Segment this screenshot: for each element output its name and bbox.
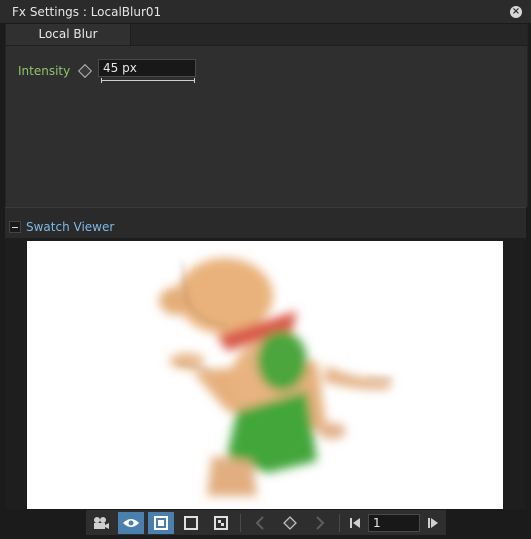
tab-strip: Local Blur: [6, 24, 527, 46]
eye-button[interactable]: [118, 511, 144, 534]
preview-icon: [154, 515, 168, 530]
camera-button[interactable]: [88, 512, 114, 534]
key-icon: [283, 515, 297, 530]
window-title: Fx Settings : LocalBlur01: [12, 4, 162, 19]
intensity-slider[interactable]: [101, 78, 195, 83]
intensity-row: Intensity: [18, 61, 100, 81]
intensity-label: Intensity: [18, 64, 71, 78]
intensity-field[interactable]: 45 px: [98, 59, 196, 77]
next-key-icon: [316, 515, 325, 530]
close-icon[interactable]: ×: [510, 6, 522, 18]
camera-icon: [94, 516, 109, 529]
frame-number-field[interactable]: 1: [368, 513, 420, 532]
next-frame-icon: [428, 517, 438, 528]
keyframe-icon[interactable]: [78, 63, 93, 79]
swatch-viewer-header: Swatch Viewer: [5, 207, 526, 239]
viewer-toolbar: 1: [86, 510, 446, 535]
fx-settings-panel: Local Blur Intensity 45 px: [5, 24, 528, 207]
eye-icon: [123, 518, 139, 527]
toolbar-separator: [339, 513, 340, 532]
checker-button[interactable]: [208, 512, 234, 534]
frame-button[interactable]: [178, 512, 204, 534]
title-bar: Fx Settings : LocalBlur01 ×: [0, 0, 531, 24]
frame-icon: [184, 515, 198, 530]
swatch-viewer: [27, 241, 503, 509]
checker-icon: [214, 515, 228, 530]
next-key-button[interactable]: [307, 512, 333, 534]
prev-frame-icon: [350, 517, 360, 528]
prev-key-button[interactable]: [247, 512, 273, 534]
preview-button[interactable]: [148, 511, 174, 534]
toolbar-separator: [240, 513, 241, 532]
key-button[interactable]: [277, 512, 303, 534]
tab-local-blur[interactable]: Local Blur: [6, 24, 131, 45]
prev-key-icon: [255, 515, 264, 530]
collapse-icon[interactable]: [9, 221, 21, 233]
blurred-character-image: [159, 258, 393, 496]
next-frame-button[interactable]: [424, 512, 442, 534]
prev-frame-button[interactable]: [346, 512, 364, 534]
swatch-viewer-label[interactable]: Swatch Viewer: [26, 220, 114, 234]
